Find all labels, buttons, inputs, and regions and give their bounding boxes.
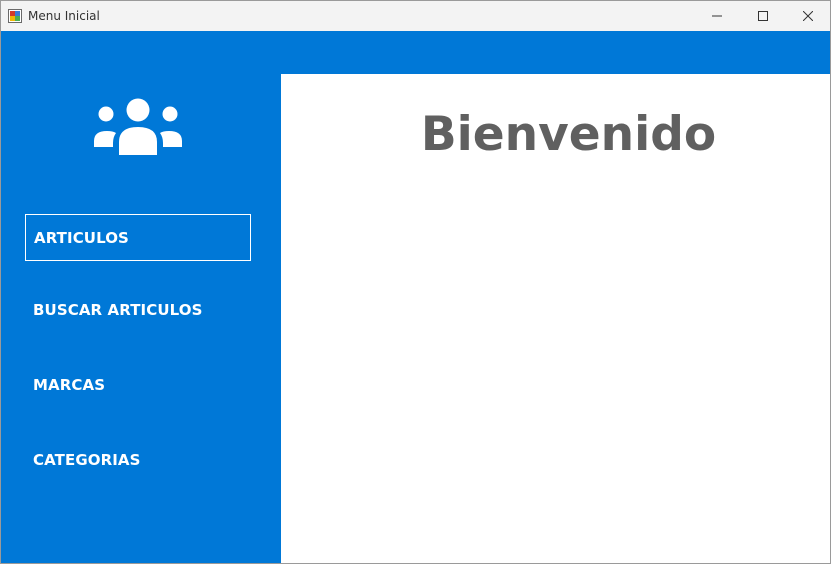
sidebar-item-label: BUSCAR ARTICULOS [33, 300, 203, 319]
window-title: Menu Inicial [28, 9, 100, 23]
maximize-icon [758, 11, 768, 21]
main-content-panel: Bienvenido [281, 74, 830, 563]
sidebar-item-label: CATEGORIAS [33, 450, 141, 469]
sidebar-item-marcas[interactable]: MARCAS [25, 361, 251, 408]
sidebar-item-categorias[interactable]: CATEGORIAS [25, 436, 251, 483]
sidebar-item-buscar-articulos[interactable]: BUSCAR ARTICULOS [25, 286, 251, 333]
sidebar-item-articulos[interactable]: ARTICULOS [25, 214, 251, 261]
welcome-heading: Bienvenido [420, 107, 717, 162]
minimize-icon [712, 15, 722, 17]
close-button[interactable] [785, 1, 830, 31]
maximize-button[interactable] [740, 1, 786, 31]
app-window: Menu Inicial ARTICULOS BUSCAR ARTICULOS … [0, 0, 831, 564]
app-icon [8, 9, 22, 23]
sidebar-item-label: MARCAS [33, 375, 106, 394]
sidebar-item-label: ARTICULOS [34, 228, 129, 247]
users-group-icon [93, 97, 183, 157]
title-bar[interactable]: Menu Inicial [1, 1, 830, 31]
minimize-button[interactable] [694, 1, 740, 31]
top-header-band [1, 31, 830, 74]
close-icon [803, 11, 813, 21]
